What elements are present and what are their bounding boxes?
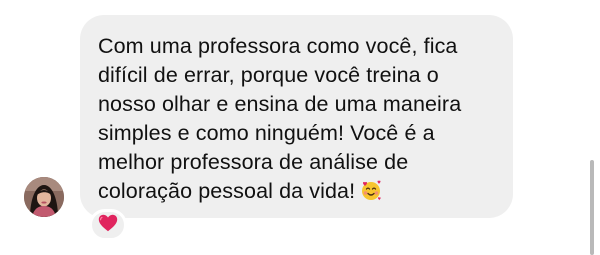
smiling-face-with-hearts-icon xyxy=(359,178,383,210)
red-heart-icon xyxy=(98,214,118,237)
message-line: simples e como ninguém! Você é a xyxy=(98,121,435,145)
message-line-last: coloração pessoal da vida! xyxy=(98,177,495,210)
sender-avatar[interactable] xyxy=(24,177,64,217)
message-thread: Com uma professora como você, fica difíc… xyxy=(0,0,600,255)
message-bubble[interactable]: Com uma professora como você, fica difíc… xyxy=(80,15,513,218)
message-line: Com uma professora como você, fica xyxy=(98,34,458,58)
message-line: nosso olhar e ensina de uma maneira xyxy=(98,92,462,116)
message-line: difícil de errar, porque você treina o xyxy=(98,63,439,87)
message-line: melhor professora de análise de xyxy=(98,150,409,174)
message-text: Com uma professora como você, fica difíc… xyxy=(98,32,495,210)
avatar-photo xyxy=(24,177,64,217)
reaction-badge[interactable] xyxy=(89,209,127,241)
message-line: coloração pessoal da vida! xyxy=(98,179,356,203)
scrollbar-thumb[interactable] xyxy=(590,160,594,255)
